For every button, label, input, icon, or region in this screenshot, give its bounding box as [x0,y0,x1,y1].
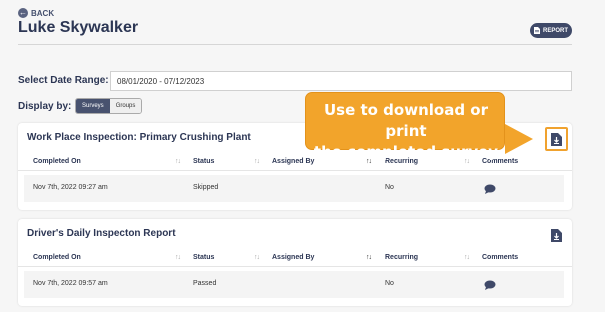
col-comments: Comments [482,254,519,261]
sort-icon[interactable]: ↑↓ [366,254,372,261]
sort-icon[interactable]: ↑↓ [175,158,181,165]
toggle-groups[interactable]: Groups [109,99,142,113]
back-label: BACK [31,8,55,18]
cell-status: Skipped [193,184,219,191]
col-completed-on: Completed On [33,254,81,261]
cell-status: Passed [193,280,217,287]
sort-icon[interactable]: ↑↓ [175,254,181,261]
sort-icon[interactable]: ↑↓ [254,254,260,261]
sort-icon[interactable]: ↑↓ [464,254,470,261]
callout-box: Use to download or print the completed s… [305,92,505,161]
report-button[interactable]: REPORT [530,23,572,38]
col-status: Status [193,254,215,261]
survey-card: Driver's Daily Inspecton Report Complete… [18,219,572,306]
callout-text: Use to download or print the completed s… [306,100,506,163]
col-completed-on: Completed On [33,158,81,165]
table-row[interactable]: Nov 7th, 2022 09:57 am Passed No [24,271,564,298]
file-download-icon[interactable] [551,229,562,242]
display-toggle: Surveys Groups [75,98,143,114]
toggle-surveys[interactable]: Surveys [76,99,110,113]
table-row[interactable]: Nov 7th, 2022 09:27 am Skipped No [24,175,564,202]
back-link[interactable]: ← BACK [18,8,54,18]
comment-icon[interactable] [484,280,496,290]
col-assigned-by: Assigned By [272,254,315,261]
survey-title: Driver's Daily Inspecton Report [27,228,176,239]
date-range-input[interactable] [110,71,572,91]
callout-line-1: Use to download or print [323,101,488,140]
cell-completed-on: Nov 7th, 2022 09:57 am [33,280,108,287]
col-recurring: Recurring [385,254,419,261]
divider [18,44,572,45]
file-download-icon[interactable] [551,133,562,146]
cell-completed-on: Nov 7th, 2022 09:27 am [33,184,108,191]
file-icon [533,27,540,34]
callout-line-2: the completed survey [313,143,499,161]
comment-icon[interactable] [484,184,496,194]
report-label: REPORT [542,27,568,34]
arrow-left-icon: ← [18,8,28,18]
display-by-label: Display by: [18,101,72,112]
survey-title: Work Place Inspection: Primary Crushing … [27,132,251,143]
date-range-label: Select Date Range: [18,75,109,86]
sort-icon[interactable]: ↑↓ [254,158,260,165]
page-title: Luke Skywalker [18,19,139,36]
callout-arrow [505,124,533,154]
table-header: Completed On ↑↓ Status ↑↓ Assigned By ↑↓… [18,253,572,267]
col-status: Status [193,158,215,165]
cell-recurring: No [385,184,394,191]
cell-recurring: No [385,280,394,287]
